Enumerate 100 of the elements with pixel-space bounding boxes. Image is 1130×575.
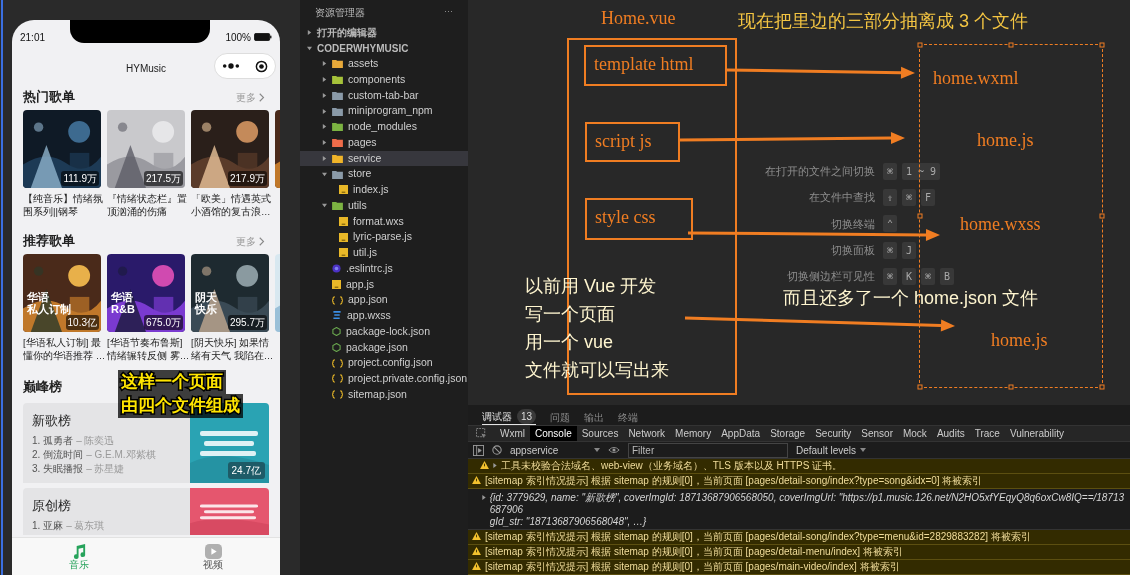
section-header[interactable]: 打开的编辑器 — [317, 24, 377, 40]
key-cap: J — [902, 241, 917, 259]
file-tree-item[interactable]: project.private.config.json — [300, 371, 468, 387]
panel-tab[interactable]: 终端 — [618, 409, 639, 426]
resize-handle[interactable] — [1008, 384, 1014, 390]
file-tree-item[interactable]: miniprogram_npm — [300, 103, 468, 119]
cover-label: 阴天 — [195, 291, 217, 303]
key-cap: ⌘ — [902, 189, 917, 207]
file-tree-item[interactable]: lyric-parse.js — [300, 229, 468, 245]
file-tree-item[interactable]: utils — [300, 197, 468, 214]
devtools-tab[interactable]: Wxml — [495, 426, 530, 442]
caret-right-icon[interactable] — [322, 61, 327, 67]
caret-right-icon[interactable] — [322, 140, 327, 146]
dropdown-icon[interactable] — [860, 448, 867, 453]
shortcut-label: 在文件中查找 — [809, 190, 875, 206]
caret-right-icon[interactable] — [307, 29, 312, 35]
expand-caret-icon[interactable] — [493, 463, 497, 468]
file-tree-item[interactable]: package-lock.json — [300, 323, 468, 340]
shortcut-label: 切换侧边栏可见性 — [787, 269, 875, 285]
close-target-icon[interactable] — [254, 59, 268, 73]
section-header[interactable]: CODERWHYMUSIC — [317, 40, 409, 56]
devtools-tab[interactable]: Sources — [576, 426, 624, 442]
file-tree-item[interactable]: node_modules — [300, 119, 468, 135]
resize-handle[interactable] — [1008, 42, 1014, 48]
devtools-tab[interactable]: Network — [623, 426, 671, 442]
clear-console-icon[interactable] — [492, 445, 502, 456]
chevron-right-icon[interactable] — [259, 92, 265, 102]
song-title: 1. 孤勇者 — [32, 433, 74, 448]
devtools-tab[interactable]: AppData — [716, 426, 766, 442]
file-tree-item[interactable]: assets — [300, 56, 468, 72]
caption-text: 这样一个页面 — [118, 370, 226, 394]
dropdown-icon[interactable] — [594, 448, 600, 453]
caret-right-icon[interactable] — [322, 77, 327, 83]
ranking-card[interactable]: 原创榜 1. 亚麻 – 葛东琪 — [23, 488, 269, 535]
devtools-tab[interactable]: Memory — [670, 426, 717, 442]
devtools-tab[interactable]: Security — [810, 426, 857, 442]
caret-right-icon[interactable] — [322, 108, 327, 114]
resize-handle[interactable] — [917, 42, 923, 48]
file-tree-item[interactable]: package.json — [300, 339, 468, 356]
capsule-menu[interactable] — [214, 53, 276, 79]
caret-right-icon[interactable] — [322, 124, 327, 130]
inspect-icon[interactable] — [476, 428, 487, 440]
eye-icon[interactable] — [608, 446, 620, 455]
file-icon — [332, 311, 342, 321]
battery-percent: 100% — [225, 30, 251, 45]
resize-handle[interactable] — [917, 384, 923, 390]
cover-label: 华语 — [111, 291, 134, 303]
tab-bar-item[interactable]: 视频 — [146, 538, 280, 575]
section-title: 巅峰榜 — [23, 378, 62, 397]
more-icon[interactable] — [222, 63, 241, 69]
file-tree-item[interactable]: app.js — [300, 276, 468, 293]
devtools-tab[interactable]: Sensor — [856, 426, 898, 442]
file-tree-item[interactable]: project.config.json — [300, 355, 468, 371]
file-tree-item[interactable]: index.js — [300, 182, 468, 198]
key-cap: ⌘ — [921, 267, 936, 285]
file-tree-item[interactable]: service — [300, 150, 468, 167]
song-artist: – G.E.M.邓紫棋 — [86, 447, 156, 462]
filter-field[interactable]: Filter — [628, 442, 788, 458]
key-cap: F — [921, 189, 936, 207]
file-icon — [332, 374, 343, 384]
file-tree-item[interactable]: pages — [300, 134, 468, 151]
resize-handle[interactable] — [1099, 384, 1105, 390]
file-tree-item[interactable]: app.json — [300, 292, 468, 308]
caret-down-icon[interactable] — [322, 171, 327, 177]
music-note-icon[interactable] — [71, 543, 87, 559]
resize-handle[interactable] — [1099, 213, 1105, 219]
caret-down-icon[interactable] — [307, 45, 312, 51]
sidebar-toggle-icon[interactable] — [473, 444, 484, 456]
file-icon — [339, 216, 348, 226]
note-text: 而且还多了一个 home.json 文件 — [783, 287, 1039, 310]
panel-tab[interactable]: 问题 — [550, 409, 571, 426]
devtools-tab[interactable]: Trace — [969, 426, 1005, 442]
file-tree-item[interactable]: store — [300, 166, 468, 182]
shortcut-label: 切换终端 — [831, 216, 875, 232]
file-tree-item[interactable]: util.js — [300, 245, 468, 261]
levels-select[interactable]: Default levels — [796, 442, 867, 458]
expand-caret-icon[interactable] — [481, 495, 486, 500]
devtools-tab[interactable]: Audits — [931, 426, 970, 442]
resize-handle[interactable] — [1099, 42, 1105, 48]
file-tree-item[interactable]: app.wxss — [300, 308, 468, 324]
devtools-tab[interactable]: Storage — [765, 426, 811, 442]
status-time: 21:01 — [20, 30, 46, 45]
chevron-right-icon[interactable] — [259, 236, 265, 246]
devtools-tab[interactable]: Mock — [897, 426, 932, 442]
more-actions[interactable]: ··· — [444, 5, 453, 19]
caret-right-icon[interactable] — [322, 155, 327, 161]
devtools-tab[interactable]: Vulnerability — [1004, 426, 1069, 442]
cover-label: 快乐 — [195, 303, 217, 315]
resize-handle[interactable] — [917, 213, 923, 219]
context-select[interactable]: appservice — [510, 442, 600, 458]
caret-right-icon[interactable] — [322, 92, 327, 98]
file-tree-item[interactable]: components — [300, 71, 468, 88]
file-tree-item[interactable]: format.wxs — [300, 213, 468, 230]
file-tree-item[interactable]: sitemap.json — [300, 386, 468, 403]
panel-tab[interactable]: 输出 — [584, 409, 605, 426]
playlist-name: [阴天快乐] 如果情 — [191, 336, 269, 349]
caret-down-icon[interactable] — [322, 203, 327, 209]
file-tree-item[interactable]: .eslintrc.js — [300, 260, 468, 277]
file-tree-item[interactable]: custom-tab-bar — [300, 87, 468, 104]
devtools-tab[interactable]: Console — [530, 426, 577, 442]
